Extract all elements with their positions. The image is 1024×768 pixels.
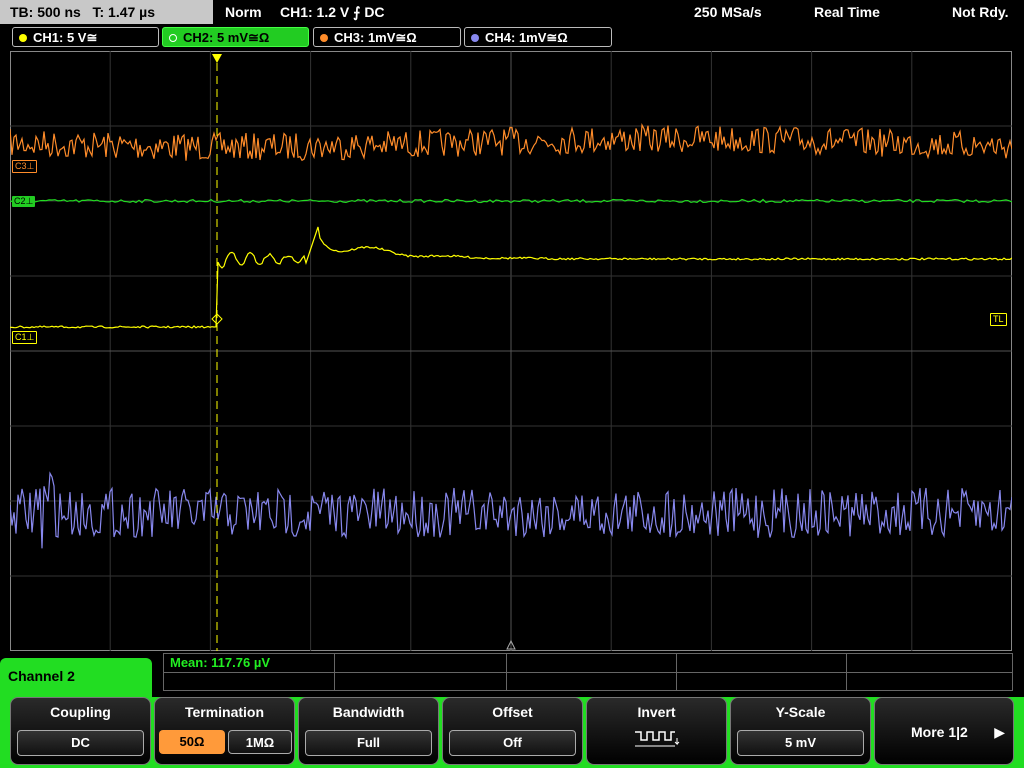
trigger-level-label: TL — [993, 314, 1004, 324]
offset-title: Offset — [492, 704, 533, 720]
invert-title: Invert — [637, 704, 676, 720]
coupling-title: Coupling — [50, 704, 111, 720]
menu-title-tab: Channel 2 — [0, 658, 152, 698]
yscale-value[interactable]: 5 mV — [737, 730, 864, 756]
bandwidth-softkey[interactable]: Bandwidth Full — [298, 697, 439, 765]
offset-softkey[interactable]: Offset Off — [442, 697, 583, 765]
coupling-value[interactable]: DC — [17, 730, 144, 756]
tab-ch2-label: CH2: 5 mV≅Ω — [183, 30, 270, 45]
more-label: More 1|2 — [911, 724, 968, 740]
trigger-level-marker[interactable]: TL — [990, 313, 1007, 326]
yscale-title: Y-Scale — [775, 704, 826, 720]
bandwidth-title: Bandwidth — [332, 704, 405, 720]
c3-marker-label: C3⊥ — [15, 161, 35, 171]
tab-ch1[interactable]: CH1: 5 V≅ — [12, 27, 159, 47]
termination-title: Termination — [184, 704, 265, 720]
c1-ground-marker[interactable]: C1⊥ — [12, 331, 38, 344]
channel-tabs: CH1: 5 V≅ CH2: 5 mV≅Ω CH3: 1mV≅Ω CH4: 1m… — [0, 27, 1024, 49]
trigger-setting[interactable]: CH1: 1.2 V ⨍ DC — [280, 0, 385, 24]
c1-marker-label: C1⊥ — [15, 332, 35, 342]
measurement-bar: Mean: 117.76 µV — [163, 653, 1013, 691]
menu-title: Channel 2 — [8, 668, 75, 684]
invert-softkey[interactable]: Invert — [586, 697, 727, 765]
c3-ground-marker[interactable]: C3⊥ — [12, 160, 38, 173]
tab-ch1-label: CH1: 5 V≅ — [33, 30, 98, 45]
square-wave-icon — [634, 731, 679, 747]
trigger-mode[interactable]: Norm — [225, 0, 262, 24]
play-right-icon: ▶ — [994, 724, 1005, 740]
termination-1mohm-option[interactable]: 1MΩ — [228, 730, 292, 754]
ch1-dot-icon — [19, 34, 27, 42]
termination-50ohm-option[interactable]: 50Ω — [159, 730, 225, 754]
tab-ch2[interactable]: CH2: 5 mV≅Ω — [162, 27, 309, 47]
acquisition-mode: Real Time — [814, 4, 880, 20]
bandwidth-value[interactable]: Full — [305, 730, 432, 756]
acquisition-state: Not Rdy. — [952, 4, 1009, 20]
tab-ch3[interactable]: CH3: 1mV≅Ω — [313, 27, 461, 47]
trigger-time-value: T: 1.47 µs — [92, 4, 156, 20]
ch4-dot-icon — [471, 34, 479, 42]
meas-row-divider — [164, 672, 1012, 673]
ch2-dot-icon — [169, 34, 177, 42]
c2-marker-label: C2⊥ — [14, 196, 34, 206]
waveform-plot — [10, 51, 1012, 651]
ch3-dot-icon — [320, 34, 328, 42]
yscale-softkey[interactable]: Y-Scale 5 mV — [730, 697, 871, 765]
trigger-position-icon — [212, 54, 222, 63]
termination-softkey[interactable]: Termination 50Ω 1MΩ — [154, 697, 295, 765]
offset-value[interactable]: Off — [449, 730, 576, 756]
more-softkey[interactable]: More 1|2 ▶ — [874, 697, 1014, 765]
tab-ch3-label: CH3: 1mV≅Ω — [334, 30, 417, 45]
status-bar: TB: 500 ns T: 1.47 µs Norm CH1: 1.2 V ⨍ … — [0, 0, 1024, 26]
tab-ch4[interactable]: CH4: 1mV≅Ω — [464, 27, 612, 47]
measurement-mean: Mean: 117.76 µV — [170, 655, 270, 670]
coupling-softkey[interactable]: Coupling DC — [10, 697, 151, 765]
c2-ground-marker[interactable]: C2⊥ — [12, 196, 36, 207]
tab-ch4-label: CH4: 1mV≅Ω — [485, 30, 568, 45]
sample-rate: 250 MSa/s — [694, 4, 762, 20]
timebase-box[interactable]: TB: 500 ns T: 1.47 µs — [0, 0, 213, 24]
timebase-value: TB: 500 ns — [10, 4, 81, 20]
